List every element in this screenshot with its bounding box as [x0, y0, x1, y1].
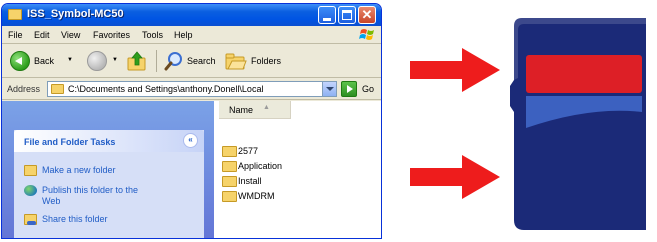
go-arrow-icon[interactable] — [341, 81, 357, 97]
back-dropdown-icon[interactable]: ▼ — [67, 57, 73, 63]
arrow-right-icon — [410, 48, 500, 92]
address-bar: Address C:\Documents and Settings\anthon… — [2, 78, 381, 100]
tasks-pane: File and Folder Tasks « Make a new folde… — [2, 101, 214, 238]
go-button[interactable]: Go — [362, 84, 374, 94]
menu-favorites[interactable]: Favorites — [93, 30, 130, 40]
explorer-window: ISS_Symbol-MC50 ✕ File Edit View Favorit… — [1, 3, 382, 239]
task-label[interactable]: Share this folder — [42, 214, 108, 224]
task-label[interactable]: Publish this folder to the — [42, 185, 138, 195]
address-dropdown-button[interactable] — [322, 82, 336, 96]
close-button[interactable]: ✕ — [358, 6, 376, 24]
content-area: File and Folder Tasks « Make a new folde… — [2, 101, 381, 238]
sd-card-image — [510, 18, 646, 230]
task-panel-header[interactable]: File and Folder Tasks « — [14, 130, 204, 152]
menu-file[interactable]: File — [8, 30, 23, 40]
name-column-header[interactable]: Name ▲ — [219, 101, 291, 119]
globe-icon — [24, 185, 37, 196]
search-magnifier-icon[interactable] — [164, 50, 184, 72]
folder-icon — [222, 161, 237, 172]
file-name[interactable]: Install — [238, 176, 262, 186]
share-folder-icon — [24, 214, 37, 225]
close-icon: ✕ — [361, 7, 373, 22]
collapse-chevron-icon[interactable]: « — [183, 133, 198, 148]
title-bar[interactable]: ISS_Symbol-MC50 ✕ — [2, 4, 381, 26]
forward-arrow-icon[interactable] — [87, 51, 107, 71]
maximize-icon — [342, 10, 352, 20]
minimize-icon — [323, 18, 331, 21]
address-field[interactable]: C:\Documents and Settings\anthony.Donell… — [47, 81, 337, 97]
menu-edit[interactable]: Edit — [34, 30, 50, 40]
search-button[interactable]: Search — [187, 56, 216, 66]
back-arrow-icon[interactable] — [10, 51, 30, 71]
forward-dropdown-icon[interactable]: ▼ — [112, 57, 118, 63]
folder-icon — [51, 84, 64, 94]
folder-icon — [8, 9, 22, 20]
file-folder-tasks-panel: File and Folder Tasks « Make a new folde… — [14, 130, 204, 238]
task-label[interactable]: Web — [42, 196, 60, 206]
windows-logo-icon — [359, 29, 374, 40]
toolbar: Back ▼ ▼ Search Folders — [2, 44, 381, 78]
task-panel-title: File and Folder Tasks — [24, 137, 116, 147]
back-button[interactable]: Back — [34, 56, 54, 66]
up-folder-icon[interactable] — [126, 50, 148, 72]
menu-help[interactable]: Help — [174, 30, 193, 40]
folders-icon[interactable] — [224, 50, 248, 72]
menu-bar: File Edit View Favorites Tools Help — [2, 26, 381, 44]
folder-icon — [222, 176, 237, 187]
arrow-right-icon — [410, 155, 500, 199]
sort-ascending-icon: ▲ — [263, 104, 270, 111]
folder-icon — [222, 146, 237, 157]
menu-view[interactable]: View — [61, 30, 80, 40]
folder-icon — [222, 191, 237, 202]
new-folder-icon — [24, 165, 37, 176]
minimize-button[interactable] — [318, 6, 336, 24]
address-label: Address — [7, 84, 41, 94]
file-name[interactable]: WMDRM — [238, 191, 275, 201]
folders-button[interactable]: Folders — [251, 56, 281, 66]
file-name[interactable]: 2577 — [238, 146, 258, 156]
file-list-pane: Name ▲ 2577 Application Install WMDRM — [214, 101, 381, 238]
address-value[interactable]: C:\Documents and Settings\anthony.Donell… — [68, 84, 318, 94]
file-name[interactable]: Application — [238, 161, 282, 171]
maximize-button[interactable] — [338, 6, 356, 24]
menu-tools[interactable]: Tools — [142, 30, 163, 40]
window-title: ISS_Symbol-MC50 — [27, 8, 124, 20]
task-label[interactable]: Make a new folder — [42, 165, 116, 175]
sd-card-red-stripe — [526, 55, 642, 93]
toolbar-separator — [156, 50, 157, 72]
column-label: Name — [229, 105, 254, 115]
